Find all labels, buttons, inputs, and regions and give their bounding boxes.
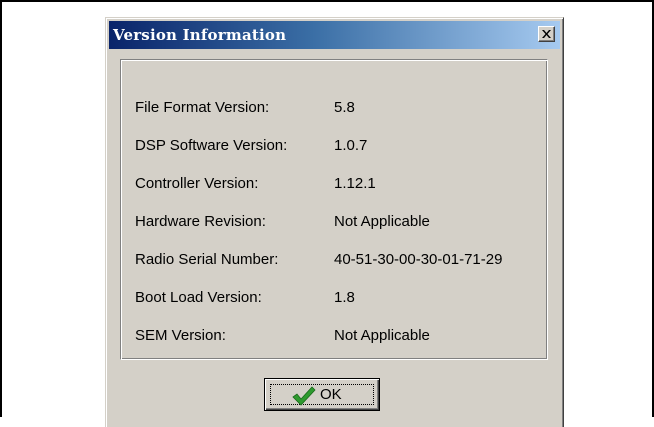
info-label: Hardware Revision: [135, 213, 266, 230]
dialog-title: Version Information [113, 26, 287, 44]
ok-button[interactable]: OK [264, 378, 380, 411]
info-row-file-format: File Format Version: 5.8 [121, 98, 547, 118]
info-value: 5.8 [334, 99, 355, 116]
info-row-boot-load: Boot Load Version: 1.8 [121, 288, 547, 308]
info-value: 1.0.7 [334, 137, 368, 154]
info-value: Not Applicable [334, 213, 430, 230]
checkmark-icon [292, 386, 316, 406]
info-label: DSP Software Version: [135, 137, 288, 154]
info-value: 40-51-30-00-30-01-71-29 [334, 251, 503, 268]
title-bar[interactable]: Version Information [109, 21, 560, 49]
info-label: File Format Version: [135, 99, 270, 116]
info-row-hardware-revision: Hardware Revision: Not Applicable [121, 212, 547, 232]
close-icon [542, 30, 551, 38]
info-row-controller: Controller Version: 1.12.1 [121, 174, 547, 194]
info-label: Controller Version: [135, 175, 259, 192]
version-information-dialog: Version Information File Format Version:… [105, 17, 564, 427]
ok-button-label: OK [320, 386, 342, 403]
info-label: Radio Serial Number: [135, 251, 279, 268]
info-row-radio-serial: Radio Serial Number: 40-51-30-00-30-01-7… [121, 250, 547, 270]
info-row-dsp-software: DSP Software Version: 1.0.7 [121, 136, 547, 156]
info-label: SEM Version: [135, 327, 226, 344]
info-value: 1.8 [334, 289, 355, 306]
close-button[interactable] [538, 26, 555, 42]
info-row-sem: SEM Version: Not Applicable [121, 326, 547, 346]
info-value: 1.12.1 [334, 175, 376, 192]
info-label: Boot Load Version: [135, 289, 262, 306]
screenshot-frame: Version Information File Format Version:… [0, 0, 654, 427]
info-value: Not Applicable [334, 327, 430, 344]
version-info-group: File Format Version: 5.8 DSP Software Ve… [120, 59, 548, 360]
